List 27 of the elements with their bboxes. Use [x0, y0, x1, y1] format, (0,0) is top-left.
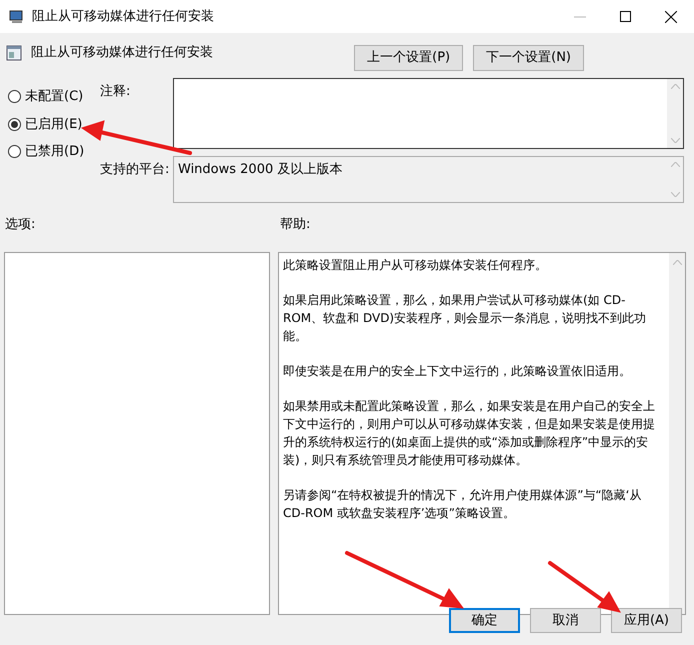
- options-label: 选项:: [5, 216, 36, 234]
- dialog-button[interactable]: 应用(A): [611, 608, 682, 633]
- help-label: 帮助:: [280, 216, 310, 234]
- platform-label: 支持的平台:: [100, 161, 170, 179]
- platform-value: Windows 2000 及以上版本: [177, 161, 344, 179]
- dialog-button[interactable]: 取消: [530, 608, 601, 633]
- policy-icon: [6, 45, 22, 61]
- help-paragraph: 此策略设置阻止用户从可移动媒体安装任何程序。: [283, 256, 548, 274]
- policy-title: 阻止从可移动媒体进行任何安装: [31, 44, 213, 62]
- dialog-button[interactable]: 确定: [449, 608, 520, 633]
- comment-label: 注释:: [100, 83, 132, 101]
- close-icon[interactable]: [665, 10, 677, 22]
- window-title: 阻止从可移动媒体进行任何安装: [32, 8, 214, 26]
- radio-label[interactable]: 已启用(E): [25, 114, 82, 134]
- help-paragraph: 如果禁用或未配置此策略设置，那么，如果安装是在用户自己的安全上下文中运行的，则用户可以从可移动媒体安装，但是如果安装是使用提升的系统特权运行的(如桌面上提供的或“添加或删除程序”中显示的安装)，则只有系统管理员才能使用可移动媒体。: [283, 398, 656, 468]
- radio-button[interactable]: [8, 118, 21, 131]
- help-paragraph: 即使安装是在用户的安全上下文中运行的，此策略设置依旧适用。: [283, 362, 632, 380]
- help-paragraph: 如果启用此策略设置，那么，如果用户尝试从可移动媒体(如 CD-ROM、软盘和 DVD)安装程序，则会显示一条消息，说明找不到此功能。: [283, 292, 648, 344]
- maximize-icon[interactable]: [620, 11, 631, 22]
- nav-button[interactable]: 下一个设置(N): [473, 45, 584, 71]
- help-paragraph: 另请参阅“在特权被提升的情况下，允许用户使用媒体源”与“隐藏‘从 CD-ROM 或软盘安装程序’选项”策略设置。: [283, 486, 642, 522]
- radio-label[interactable]: 已禁用(D): [25, 142, 84, 162]
- radio-button[interactable]: [8, 90, 21, 104]
- nav-button[interactable]: 上一个设置(P): [354, 45, 464, 71]
- radio-button[interactable]: [8, 145, 21, 158]
- computer-icon: [9, 8, 25, 24]
- radio-label[interactable]: 未配置(C): [25, 87, 84, 106]
